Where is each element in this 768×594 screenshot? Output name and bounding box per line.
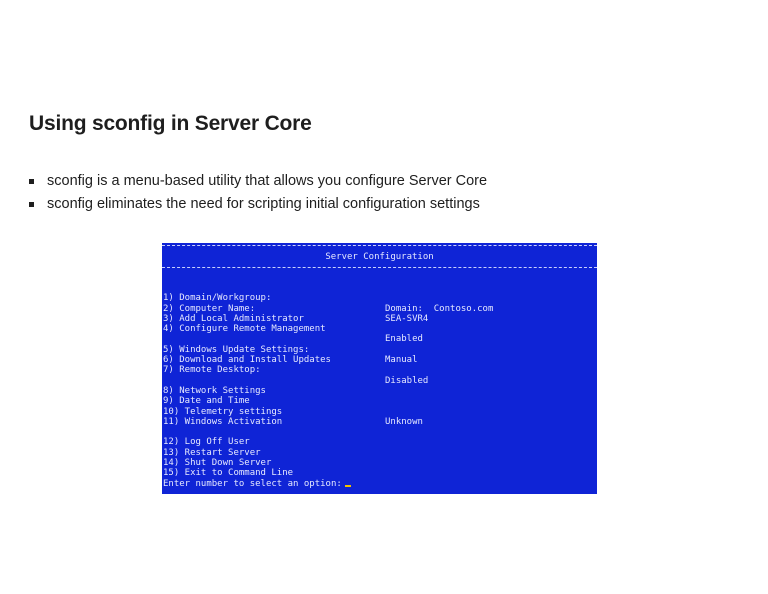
slide-title: Using sconfig in Server Core (29, 112, 312, 135)
menu-item-label: 15) Exit to Command Line (163, 468, 294, 479)
square-bullet-icon (29, 179, 34, 184)
square-bullet-icon (29, 202, 34, 207)
bullet-text: sconfig is a menu-based utility that all… (47, 173, 488, 189)
bullet-list: sconfig is a menu-based utility that all… (29, 170, 487, 216)
bullet-text: sconfig eliminates the need for scriptin… (47, 196, 480, 212)
menu-item-label: 7) Remote Desktop: (163, 365, 261, 376)
bullet-item: sconfig is a menu-based utility that all… (29, 170, 487, 193)
sconfig-console-window[interactable]: Server Configuration 1) Domain/Workgroup… (162, 243, 597, 494)
header-divider (162, 245, 597, 246)
console-header: Server Configuration (325, 252, 434, 262)
prompt-text: Enter number to select an option: (163, 479, 342, 489)
header-divider (162, 267, 597, 268)
menu-item-label: 4) Configure Remote Management (163, 324, 326, 335)
option-prompt[interactable]: Enter number to select an option: (163, 479, 351, 489)
text-cursor-icon (344, 485, 351, 487)
menu-item-label: 11) Windows Activation (163, 416, 283, 427)
bullet-item: sconfig eliminates the need for scriptin… (29, 193, 487, 216)
